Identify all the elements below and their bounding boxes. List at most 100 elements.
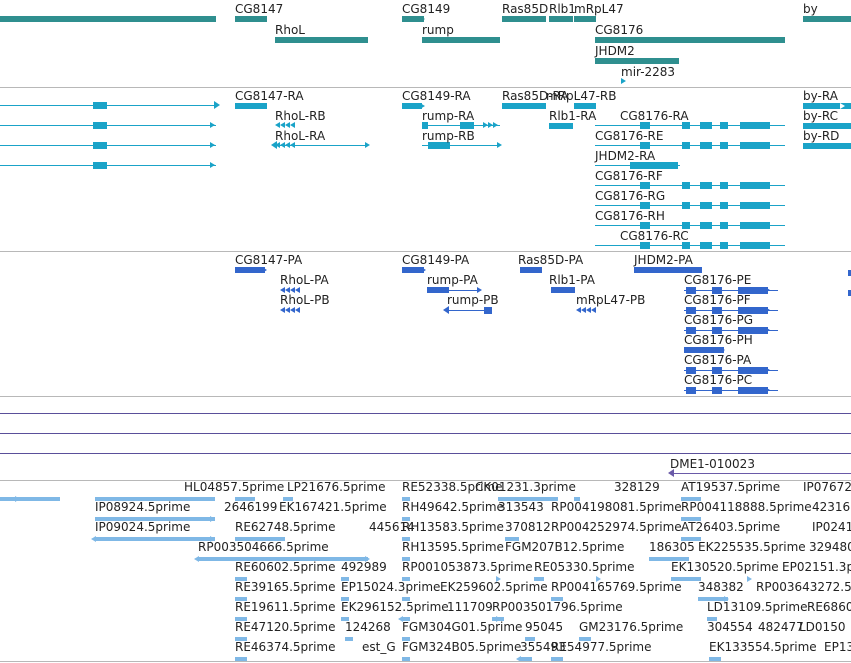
transcript-track-label-cg8176-rg[interactable]: CG8176-RG	[595, 189, 665, 203]
transcript-left-3-exon[interactable]	[93, 162, 107, 169]
est-track-label-329480[interactable]: 329480	[809, 540, 851, 554]
transcript-track-label-by-rc[interactable]: by-RC	[803, 109, 838, 123]
transcript-rump-rb-exon[interactable]	[428, 142, 450, 149]
est-feature-35[interactable]	[345, 637, 353, 641]
protein-rump-pb-exon[interactable]	[484, 307, 492, 314]
transcript-track-label-cg8176-re[interactable]: CG8176-RE	[595, 129, 663, 143]
est-track-label-rp003643272-5prime[interactable]: RP003643272.5prime	[756, 580, 851, 594]
est-track-label-ip09024-5prime[interactable]: IP09024.5prime	[95, 520, 190, 534]
transcript-bar-by-rd[interactable]	[803, 143, 851, 149]
est-track-label-rp004198081-5prime[interactable]: RP004198081.5prime	[551, 500, 682, 514]
est-track-label-ip02419[interactable]: IP02419	[812, 520, 851, 534]
gene-track-label-mrpl47[interactable]: mRpL47	[574, 2, 624, 16]
transcript-cg8176-2-exon[interactable]	[720, 182, 728, 189]
protein-bar-ras85d-pa[interactable]	[520, 267, 542, 273]
est-track-label-rh13583-5prime[interactable]: RH13583.5prime	[402, 520, 504, 534]
transcript-cg8176-3-exon[interactable]	[640, 202, 650, 209]
gene-track-label-cg8149[interactable]: CG8149	[402, 2, 450, 16]
protein-rump-pa-line-intron-line[interactable]	[449, 290, 480, 291]
est-track-label-313543[interactable]: 313543	[498, 500, 544, 514]
est-track-label-ip08924-5prime[interactable]: IP08924.5prime	[95, 500, 190, 514]
transcript-track-label-jhdm2-ra[interactable]: JHDM2-RA	[595, 149, 655, 163]
transcript-bar-ras85d-ra[interactable]	[502, 103, 546, 109]
protein-cg8176-4-exon[interactable]	[686, 387, 696, 394]
dme-feature-line[interactable]	[672, 473, 851, 474]
est-track-label-hl04857-5prime[interactable]: HL04857.5prime	[184, 480, 284, 494]
gene-bar-rlb1[interactable]	[549, 16, 573, 22]
est-feature-0[interactable]	[0, 497, 60, 501]
transcript-track-label-by-ra[interactable]: by-RA	[803, 89, 838, 103]
transcript-cg8176-4-exon[interactable]	[720, 222, 728, 229]
transcript-cg8176-1-exon[interactable]	[720, 142, 728, 149]
protein-track-label-rump-pb[interactable]: rump-PB	[447, 293, 499, 307]
transcript-cg8176-1-exon[interactable]	[640, 142, 650, 149]
transcript-left-2-intron-line[interactable]	[0, 145, 216, 146]
transcript-track-label-by-rd[interactable]: by-RD	[803, 129, 839, 143]
transcript-track-label-cg8176-ra[interactable]: CG8176-RA	[620, 109, 689, 123]
transcript-track-label-rump-rb[interactable]: rump-RB	[422, 129, 475, 143]
est-track-label-95045[interactable]: 95045	[525, 620, 563, 634]
protein-track-label-jhdm2-pa[interactable]: JHDM2-PA	[634, 253, 693, 267]
est-track-label-ip07672[interactable]: IP07672	[803, 480, 851, 494]
gene-track-label-jhdm2[interactable]: JHDM2	[595, 44, 635, 58]
transcript-cg8176-5-exon[interactable]	[700, 242, 712, 249]
protein-track-label-rump-pa[interactable]: rump-PA	[427, 273, 478, 287]
est-track-label-ep13[interactable]: EP13	[824, 640, 851, 654]
est-track-label-rp004165769-5prime[interactable]: RP004165769.5prime	[551, 580, 682, 594]
est-track-label-ck01231-3prime[interactable]: CK01231.3prime	[475, 480, 576, 494]
transcript-cg8176-4-exon[interactable]	[700, 222, 712, 229]
transcript-left-2-exon[interactable]	[93, 142, 107, 149]
gene-bar-left[interactable]	[0, 16, 216, 22]
protein-track-label-cg8176-pc[interactable]: CG8176-PC	[684, 373, 752, 387]
transcript-cg8176-4-exon[interactable]	[682, 222, 690, 229]
est-track-label-re19611-5prime[interactable]: RE19611.5prime	[235, 600, 336, 614]
gene-track-label-cg8176[interactable]: CG8176	[595, 23, 643, 37]
est-track-label-re46374-5prime[interactable]: RE46374.5prime	[235, 640, 336, 654]
transcript-left-0-intron-line[interactable]	[0, 105, 216, 106]
protein-bar-cg8147-pa[interactable]	[235, 267, 265, 273]
transcript-rump-ra-exon[interactable]	[460, 122, 474, 129]
transcript-cg8176-5-exon[interactable]	[720, 242, 728, 249]
est-track-label-at19537-5prime[interactable]: AT19537.5prime	[681, 480, 780, 494]
est-track-label-370812[interactable]: 370812	[505, 520, 551, 534]
est-track-label-ep15024-3prime[interactable]: EP15024.3prime	[341, 580, 440, 594]
gene-bar-ras85d[interactable]	[502, 16, 546, 22]
gene-track-label-ras85d[interactable]: Ras85D	[502, 2, 548, 16]
est-track-label-423161[interactable]: 423161	[812, 500, 851, 514]
dme-track-label-dme1-010023[interactable]: DME1-010023	[670, 457, 755, 471]
protein-bar-rlb1-pa[interactable]	[551, 287, 575, 293]
transcript-track-label-rhol-ra[interactable]: RhoL-RA	[275, 129, 325, 143]
est-track-label-482477[interactable]: 482477	[758, 620, 804, 634]
est-track-label-304554[interactable]: 304554	[707, 620, 753, 634]
transcript-left-3-intron-line[interactable]	[0, 165, 216, 166]
est-track-label-ek225535-5prime[interactable]: EK225535.5prime	[698, 540, 806, 554]
transcript-cg8176-0-exon[interactable]	[640, 122, 650, 129]
protein-track-label-cg8176-pg[interactable]: CG8176-PG	[684, 313, 753, 327]
transcript-track-label-rhol-rb[interactable]: RhoL-RB	[275, 109, 326, 123]
gene-bar-cg8176[interactable]	[595, 37, 785, 43]
est-feature-11[interactable]	[95, 537, 215, 541]
transcript-track-label-rump-ra[interactable]: rump-RA	[422, 109, 474, 123]
est-track-label-ek259602-5prime[interactable]: EK259602.5prime	[440, 580, 548, 594]
est-track-label-ek296152-5prime[interactable]: EK296152.5prime	[341, 600, 449, 614]
transcript-track-label-cg8147-ra[interactable]: CG8147-RA	[235, 89, 304, 103]
est-track-label-rp004118888-5prime[interactable]: RP004118888.5prime	[681, 500, 812, 514]
protein-track-label-cg8149-pa[interactable]: CG8149-PA	[402, 253, 469, 267]
transcript-cg8176-2-exon[interactable]	[640, 182, 650, 189]
est-track-label-fgm207b12-5prime[interactable]: FGM207B12.5prime	[505, 540, 624, 554]
est-track-label-rh49642-5prime[interactable]: RH49642.5prime	[402, 500, 504, 514]
est-track-label-ep02151-3prime[interactable]: EP02151.3prime	[782, 560, 851, 574]
transcript-cg8176-0-exon[interactable]	[720, 122, 728, 129]
est-track-label-rh13595-5prime[interactable]: RH13595.5prime	[402, 540, 504, 554]
est-track-label-rp003504666-5prime[interactable]: RP003504666.5prime	[198, 540, 329, 554]
gene-track-label-rlb1[interactable]: Rlb1	[549, 2, 576, 16]
protein-bar-rump-pa[interactable]	[427, 287, 449, 293]
transcript-cg8176-1-exon[interactable]	[700, 142, 712, 149]
gene-bar-by[interactable]	[803, 16, 851, 22]
transcript-cg8176-3-exon[interactable]	[720, 202, 728, 209]
protein-track-label-rhol-pa[interactable]: RhoL-PA	[280, 273, 329, 287]
est-track-label-2646199[interactable]: 2646199	[224, 500, 277, 514]
est-track-label-re05330-5prime[interactable]: RE05330.5prime	[534, 560, 635, 574]
est-track-label-gm23176-5prime[interactable]: GM23176.5prime	[579, 620, 683, 634]
transcript-track-label-rlb1-ra[interactable]: Rlb1-RA	[549, 109, 596, 123]
